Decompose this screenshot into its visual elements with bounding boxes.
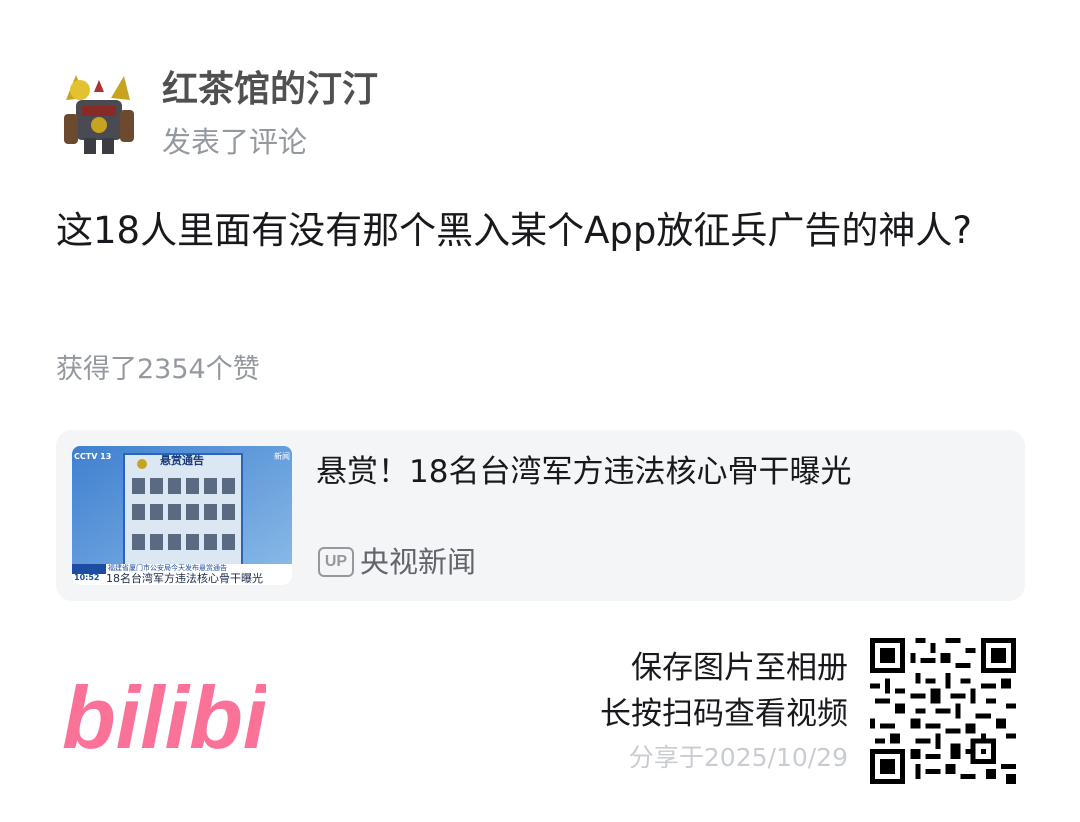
video-title[interactable]: 悬赏！18名台湾军方违法核心骨干曝光 xyxy=(316,448,851,496)
share-date: 分享于2025/10/29 xyxy=(628,743,848,772)
video-thumbnail[interactable]: 悬赏通告 CCTV 13 新闻 福建省厦门市公安局今天发布悬赏通告 10:52 … xyxy=(72,446,292,585)
user-name[interactable]: 红茶馆的汀汀 xyxy=(162,66,378,114)
logo-text: bilibili xyxy=(62,668,266,760)
channel-row[interactable]: UP 央视新闻 xyxy=(318,542,476,582)
thumbnail-corner-tag: 新闻 xyxy=(274,452,290,461)
like-count: 获得了2354个赞 xyxy=(56,354,260,385)
comment-text: 这18人里面有没有那个黑入某个App放征兵广告的神人? xyxy=(56,209,973,252)
thumbnail-caption: 18名台湾军方违法核心骨干曝光 xyxy=(106,572,263,585)
thumbnail-channel-logo: CCTV 13 xyxy=(74,452,112,461)
avatar[interactable] xyxy=(56,70,142,156)
save-to-album-text: 保存图片至相册 xyxy=(631,650,848,686)
action-label: 发表了评论 xyxy=(162,125,308,159)
channel-name: 央视新闻 xyxy=(360,545,477,579)
up-icon: UP xyxy=(318,547,354,577)
qr-code[interactable] xyxy=(870,638,1016,784)
thumbnail-notice-title: 悬赏通告 xyxy=(160,454,204,467)
thumbnail-time: 10:52 xyxy=(74,573,100,582)
video-card[interactable]: 悬赏通告 CCTV 13 新闻 福建省厦门市公安局今天发布悬赏通告 10:52 … xyxy=(56,430,1025,601)
bilibili-logo: bilibili xyxy=(62,668,318,767)
scan-hint-text: 长按扫码查看视频 xyxy=(600,696,848,732)
